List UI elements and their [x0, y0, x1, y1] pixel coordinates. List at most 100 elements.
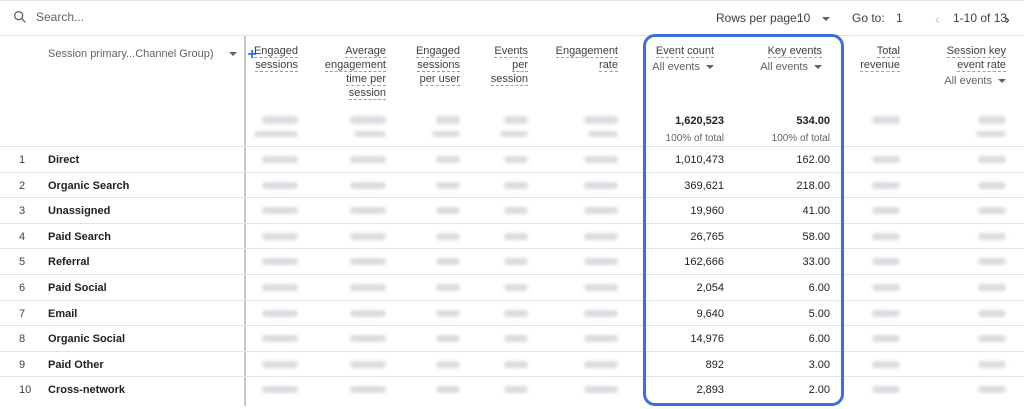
channel-name[interactable]: Organic Social: [48, 333, 125, 345]
blurred-cell: [436, 181, 460, 189]
blurred-cell: [584, 232, 618, 240]
col-label: Session key event rate: [946, 45, 1006, 72]
rows-per-page-label: Rows per page:: [716, 11, 801, 25]
col-label: Events per session: [490, 45, 528, 86]
col-events-per-session[interactable]: Events per session: [490, 44, 528, 86]
blurred-cell: [350, 360, 386, 368]
blurred-cell: [978, 207, 1006, 215]
table-row[interactable]: 9 Paid Other 892 3.00: [0, 350, 1024, 376]
blurred-cell: [504, 309, 528, 317]
channel-name[interactable]: Direct: [48, 154, 79, 166]
blurred-cell: [978, 232, 1006, 240]
channel-name[interactable]: Paid Search: [48, 231, 111, 243]
row-number: 1: [19, 154, 26, 166]
blurred-cell: [350, 309, 386, 317]
table-row[interactable]: 7 Email 9,640 5.00: [0, 299, 1024, 325]
session-key-filter[interactable]: All events: [930, 74, 1006, 88]
blurred-total: [432, 131, 460, 137]
col-label: Engaged sessions per user: [415, 45, 460, 86]
row-number: 8: [19, 333, 26, 346]
row-number: 6: [19, 282, 26, 294]
blurred-total: [872, 116, 900, 124]
blurred-cell: [504, 156, 528, 163]
blurred-cell: [436, 232, 460, 240]
goto-input[interactable]: 1: [896, 11, 903, 25]
blurred-cell: [978, 309, 1006, 317]
blurred-cell: [584, 258, 618, 266]
rows-per-page-select[interactable]: 10: [797, 11, 831, 25]
table-row[interactable]: 4 Paid Search 26,765 58.00: [0, 222, 1024, 248]
blurred-total: [504, 116, 528, 124]
blurred-cell: [978, 181, 1006, 189]
blurred-cell: [872, 232, 900, 240]
channel-name[interactable]: Referral: [48, 256, 90, 268]
blurred-cell: [436, 309, 460, 317]
filter-label: All events: [944, 75, 992, 87]
blurred-cell: [436, 386, 460, 394]
col-engagement-rate[interactable]: Engagement rate: [548, 44, 618, 72]
blurred-cell: [350, 386, 386, 394]
dimension-selector[interactable]: Session primary...Channel Group) +: [48, 46, 257, 62]
col-engaged-sessions[interactable]: Engaged sessions: [248, 44, 298, 72]
blurred-cell: [350, 207, 386, 215]
blurred-cell: [504, 360, 528, 368]
table-row[interactable]: 8 Organic Social 14,976 6.00: [0, 325, 1024, 350]
chevron-left-icon[interactable]: ‹: [935, 11, 940, 27]
col-session-key-event-rate[interactable]: Session key event rate All events: [930, 44, 1006, 88]
dimension-label: Session primary...Channel Group): [48, 48, 214, 60]
blurred-cell: [350, 156, 386, 163]
blurred-cell: [504, 207, 528, 215]
blurred-cell: [436, 360, 460, 368]
col-avg-engagement[interactable]: Average engagement time per session: [318, 44, 386, 100]
col-label: Engagement rate: [555, 45, 618, 72]
table-row[interactable]: 2 Organic Search 369,621 218.00: [0, 171, 1024, 197]
blurred-cell: [584, 309, 618, 317]
channel-name[interactable]: Unassigned: [48, 205, 110, 217]
search-box[interactable]: Search...: [12, 9, 84, 25]
blurred-cell: [262, 386, 298, 394]
blurred-total: [436, 116, 460, 124]
blurred-cell: [872, 360, 900, 368]
blurred-total: [262, 116, 298, 124]
blurred-cell: [978, 335, 1006, 343]
blurred-cell: [504, 258, 528, 266]
blurred-cell: [262, 181, 298, 189]
blurred-cell: [584, 386, 618, 394]
chevron-down-icon[interactable]: [229, 52, 238, 56]
table-row[interactable]: 6 Paid Social 2,054 6.00: [0, 274, 1024, 299]
blurred-cell: [504, 284, 528, 291]
channel-name[interactable]: Paid Social: [48, 282, 107, 294]
search-input[interactable]: Search...: [36, 10, 84, 24]
table-row[interactable]: 1 Direct 1,010,473 162.00: [0, 146, 1024, 171]
row-number: 7: [19, 307, 26, 320]
blurred-cell: [872, 207, 900, 215]
channel-name[interactable]: Email: [48, 308, 77, 320]
row-number: 2: [19, 179, 26, 192]
channel-name[interactable]: Organic Search: [48, 180, 129, 192]
blurred-cell: [872, 156, 900, 163]
blurred-cell: [872, 284, 900, 291]
blurred-cell: [872, 309, 900, 317]
blurred-cell: [978, 156, 1006, 163]
row-number: 3: [19, 205, 26, 218]
table-toolbar: Search... Rows per page: 10 Go to: 1 ‹ 1…: [0, 0, 1024, 36]
blurred-cell: [350, 258, 386, 266]
channel-name[interactable]: Cross-network: [48, 384, 125, 396]
blurred-cell: [262, 284, 298, 291]
col-total-revenue[interactable]: Total revenue: [860, 44, 900, 72]
col-engaged-per-user[interactable]: Engaged sessions per user: [410, 44, 460, 86]
row-number: 4: [19, 230, 26, 243]
chevron-down-icon: [998, 79, 1006, 84]
goto-label: Go to:: [852, 11, 885, 25]
table-row[interactable]: 3 Unassigned 19,960 41.00: [0, 197, 1024, 222]
rows-per-page-value: 10: [797, 11, 811, 25]
blurred-cell: [262, 309, 298, 317]
table-row[interactable]: 5 Referral 162,666 33.00: [0, 248, 1024, 273]
chevron-right-icon[interactable]: ›: [1005, 11, 1010, 27]
blurred-cell: [350, 284, 386, 291]
channel-name[interactable]: Paid Other: [48, 359, 104, 371]
blurred-cell: [436, 284, 460, 291]
table-row[interactable]: 10 Cross-network 2,893 2.00: [0, 376, 1024, 401]
blurred-cell: [436, 335, 460, 343]
blurred-cell: [978, 284, 1006, 291]
